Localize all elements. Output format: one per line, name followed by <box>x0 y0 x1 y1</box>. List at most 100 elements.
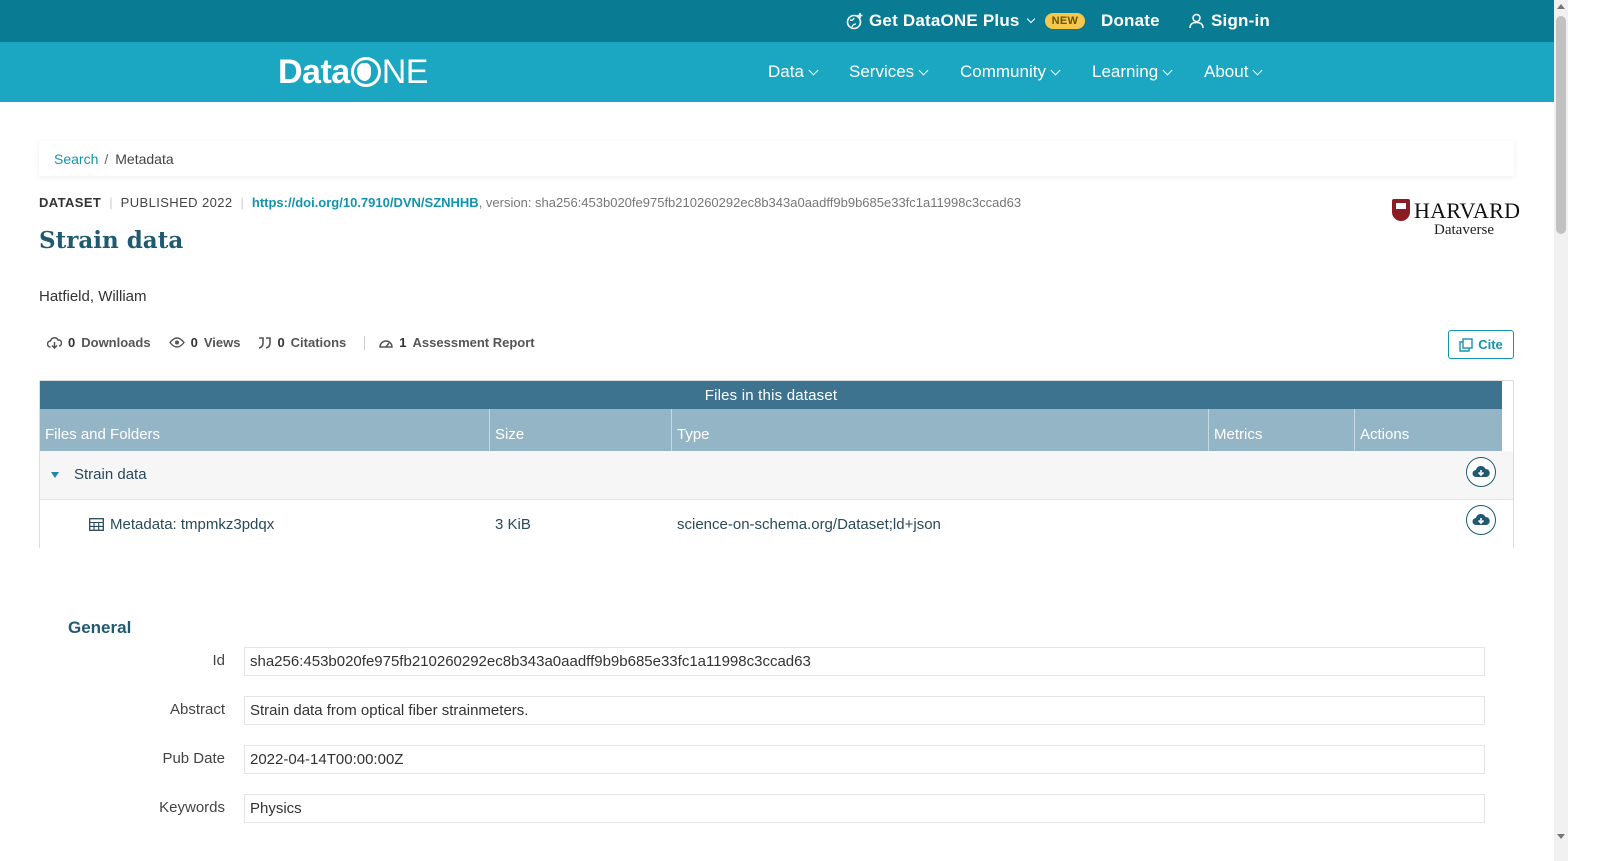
published-year: PUBLISHED 2022 <box>120 195 233 210</box>
caret-down-icon[interactable] <box>51 472 59 478</box>
new-badge: NEW <box>1044 13 1086 29</box>
nav-services-label: Services <box>849 62 915 81</box>
gauge-icon <box>379 339 394 348</box>
nav-community[interactable]: Community <box>960 42 1061 102</box>
download-button[interactable] <box>1466 505 1496 535</box>
logo-data-text: Data <box>278 52 350 91</box>
field-value-id: sha256:453b020fe975fb210260292ec8b343a0a… <box>244 647 1485 676</box>
page-title: Strain data <box>39 227 184 254</box>
nav-data-label: Data <box>768 62 804 81</box>
nav-about-label: About <box>1204 62 1249 81</box>
divider: | <box>240 195 244 210</box>
repository-subname: Dataverse <box>1434 222 1494 238</box>
file-name: Metadata: tmpmkz3pdqx <box>110 516 275 533</box>
dataset-author[interactable]: Hatfield, William <box>39 288 147 305</box>
field-value-abstract: Strain data from optical fiber strainmet… <box>244 696 1485 725</box>
harvard-dataverse-logo[interactable]: HARVARD Dataverse <box>1391 198 1520 242</box>
divider: | <box>109 195 113 210</box>
column-size[interactable]: Size <box>490 409 672 451</box>
cite-label: Cite <box>1478 337 1503 352</box>
chevron-down-icon <box>1252 65 1263 75</box>
field-label-pub-date: Pub Date <box>162 750 225 767</box>
nav-data[interactable]: Data <box>768 42 819 102</box>
files-table-heading: Files in this dataset <box>40 381 1502 409</box>
field-label-keywords: Keywords <box>159 799 225 816</box>
downloads-count: 0 <box>68 335 76 350</box>
assessment-label: Assessment Report <box>412 335 535 350</box>
nav-community-label: Community <box>960 62 1046 81</box>
scroll-down-arrow-icon[interactable] <box>1557 834 1565 839</box>
views-count: 0 <box>190 335 198 350</box>
scroll-up-arrow-icon[interactable] <box>1557 4 1565 9</box>
sign-in-link[interactable]: Sign-in <box>1189 0 1270 42</box>
download-button[interactable] <box>1466 457 1496 487</box>
doi-link[interactable]: https://doi.org/10.7910/DVN/SZNHHB <box>252 195 479 210</box>
files-table: Files in this dataset Files and Folders … <box>39 380 1514 550</box>
logo-ne-text: NE <box>381 52 429 91</box>
get-dataone-plus-menu[interactable]: Get DataONE Plus NEW <box>846 0 1086 42</box>
nav-about[interactable]: About <box>1204 42 1263 102</box>
nav-learning[interactable]: Learning <box>1092 42 1173 102</box>
get-dataone-plus-label: Get DataONE Plus <box>869 11 1020 30</box>
files-table-columns: Files and Folders Size Type Metrics Acti… <box>40 409 1502 451</box>
top-utility-bar: Get DataONE Plus NEW Donate Sign-in <box>0 0 1554 42</box>
breadcrumb: Search / Metadata <box>39 141 1514 176</box>
column-files-and-folders[interactable]: Files and Folders <box>40 409 490 451</box>
table-row[interactable]: Strain data <box>40 451 1513 500</box>
logo-one-text: NE <box>350 53 428 92</box>
cite-button[interactable]: Cite <box>1448 330 1514 359</box>
sign-in-label: Sign-in <box>1211 11 1270 30</box>
metrics-bar: 0 Downloads 0 Views 0 Citations 1 Assess… <box>47 335 553 350</box>
column-metrics[interactable]: Metrics <box>1209 409 1355 451</box>
downloads-metric[interactable]: 0 Downloads <box>47 335 151 350</box>
eye-icon <box>168 337 185 348</box>
user-icon <box>1189 13 1204 29</box>
donate-link[interactable]: Donate <box>1101 0 1160 42</box>
views-label: Views <box>203 335 241 350</box>
main-navbar: Data NE Data Services Community Learning… <box>0 42 1554 102</box>
downloads-label: Downloads <box>81 335 151 350</box>
divider <box>364 335 366 350</box>
chevron-down-icon <box>1162 65 1173 75</box>
assessment-count: 1 <box>399 335 407 350</box>
folder-name[interactable]: Strain data <box>74 466 147 483</box>
repository-name: HARVARD <box>1414 198 1521 223</box>
dataset-type-label: DATASET <box>39 195 102 210</box>
cloud-download-icon <box>47 337 62 349</box>
chevron-down-icon <box>1050 65 1061 75</box>
page-scrollbar[interactable] <box>1554 0 1568 861</box>
assessment-metric[interactable]: 1 Assessment Report <box>379 335 535 350</box>
breadcrumb-search-link[interactable]: Search <box>54 151 98 167</box>
citations-label: Citations <box>290 335 347 350</box>
quote-icon <box>259 336 272 349</box>
globe-plus-icon <box>846 13 863 30</box>
file-type: science-on-schema.org/Dataset;ld+json <box>677 516 941 533</box>
chevron-down-icon <box>1026 14 1035 24</box>
dataset-meta-line: DATASET | PUBLISHED 2022 | https://doi.o… <box>39 195 1021 210</box>
chevron-down-icon <box>808 65 819 75</box>
version-text: , version: sha256:453b020fe975fb21026029… <box>478 195 1022 210</box>
nav-learning-label: Learning <box>1092 62 1159 81</box>
file-name-cell[interactable]: Metadata: tmpmkz3pdqx <box>89 516 274 533</box>
citations-metric[interactable]: 0 Citations <box>258 335 346 350</box>
field-value-pub-date: 2022-04-14T00:00:00Z <box>244 745 1485 774</box>
column-actions[interactable]: Actions <box>1355 409 1502 451</box>
table-icon <box>89 518 104 531</box>
scrollbar-thumb[interactable] <box>1556 16 1566 234</box>
dataone-logo[interactable]: Data NE <box>278 52 428 92</box>
nav-services[interactable]: Services <box>849 42 929 102</box>
file-size: 3 KiB <box>495 516 531 533</box>
table-row[interactable]: Metadata: tmpmkz3pdqx 3 KiB science-on-s… <box>40 501 1513 550</box>
citations-count: 0 <box>277 335 285 350</box>
field-label-abstract: Abstract <box>169 701 225 718</box>
cloud-download-icon <box>1472 513 1490 525</box>
column-type[interactable]: Type <box>672 409 1209 451</box>
chevron-down-icon <box>918 65 929 75</box>
field-label-id: Id <box>212 652 225 669</box>
field-value-keywords[interactable]: Physics <box>244 794 1485 823</box>
general-section-heading: General <box>68 618 132 637</box>
views-metric[interactable]: 0 Views <box>168 335 241 350</box>
copy-icon <box>1459 337 1473 352</box>
globe-icon <box>350 57 381 87</box>
cloud-download-icon <box>1472 465 1490 477</box>
